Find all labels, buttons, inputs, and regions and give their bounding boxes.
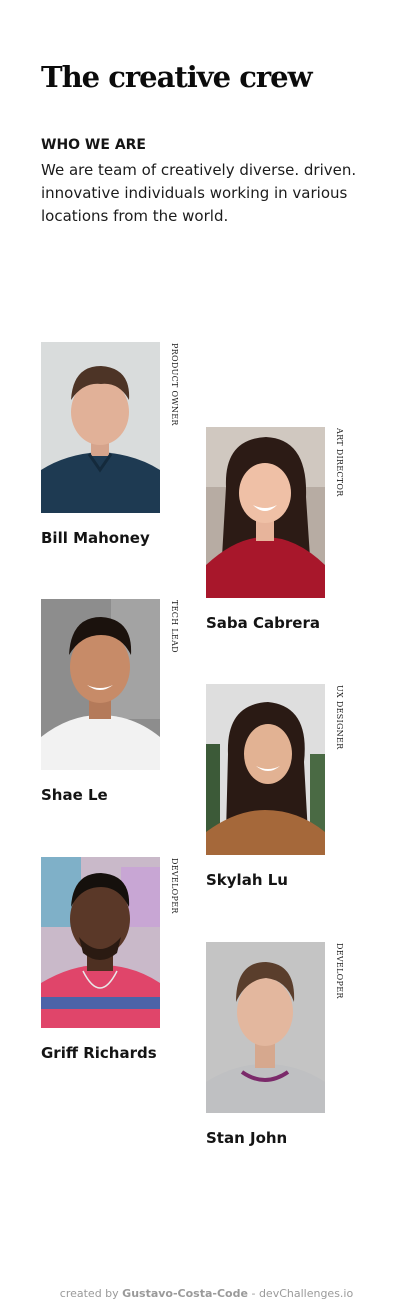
member-name: Saba Cabrera [206,614,320,632]
member-photo [206,684,325,855]
member-role: DEVELOPER [335,943,344,999]
member-photo [41,599,160,770]
member-name: Shae Le [41,786,108,804]
member-photo [41,857,160,1028]
member-role: PRODUCT OWNER [170,343,179,426]
member-role: UX DESIGNER [335,685,344,750]
section-subtitle: WHO WE ARE [41,137,146,153]
member-role: TECH LEAD [170,600,179,653]
member-photo [206,427,325,598]
footer-prefix: created by [59,1287,119,1300]
footer-separator: - [251,1287,256,1300]
footer-author-link[interactable]: Gustavo-Costa-Code [122,1287,248,1300]
member-photo [41,342,160,513]
member-photo [206,942,325,1113]
member-role: DEVELOPER [170,858,179,914]
member-name: Stan John [206,1129,288,1147]
intro-text: We are team of creatively diverse. drive… [41,161,357,225]
page-title: The creative crew [41,60,313,94]
footer-site-link[interactable]: devChallenges.io [259,1287,353,1300]
member-name: Bill Mahoney [41,529,150,547]
member-name: Skylah Lu [206,871,288,889]
member-name: Griff Richards [41,1044,157,1062]
member-role: ART DIRECTOR [335,428,344,497]
footer-credit: created by Gustavo-Costa-Code - devChall… [0,1287,413,1300]
